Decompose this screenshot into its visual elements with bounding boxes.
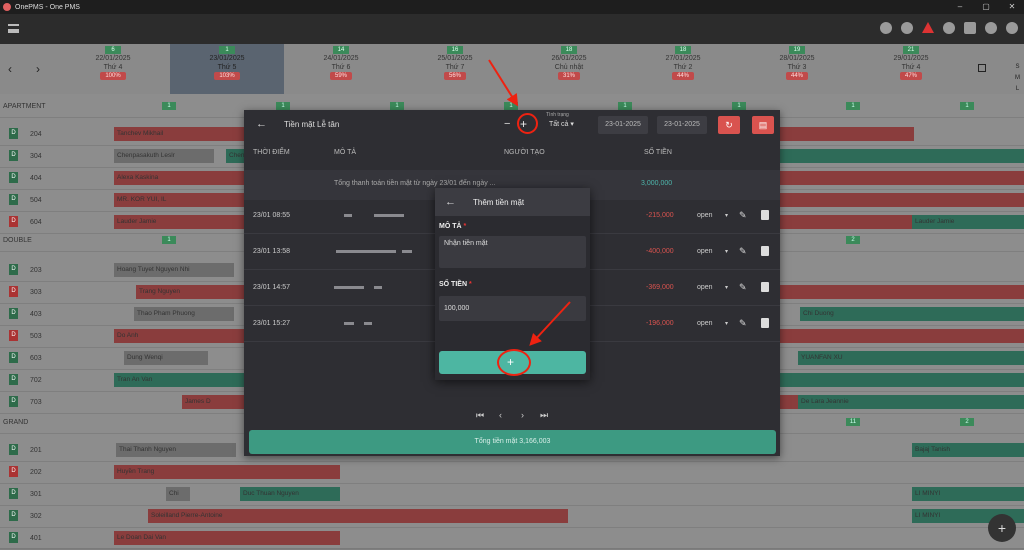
annotation-arrow-2 <box>529 301 571 346</box>
annotation-arrows <box>488 59 571 346</box>
annotation-arrow-1 <box>488 59 519 107</box>
